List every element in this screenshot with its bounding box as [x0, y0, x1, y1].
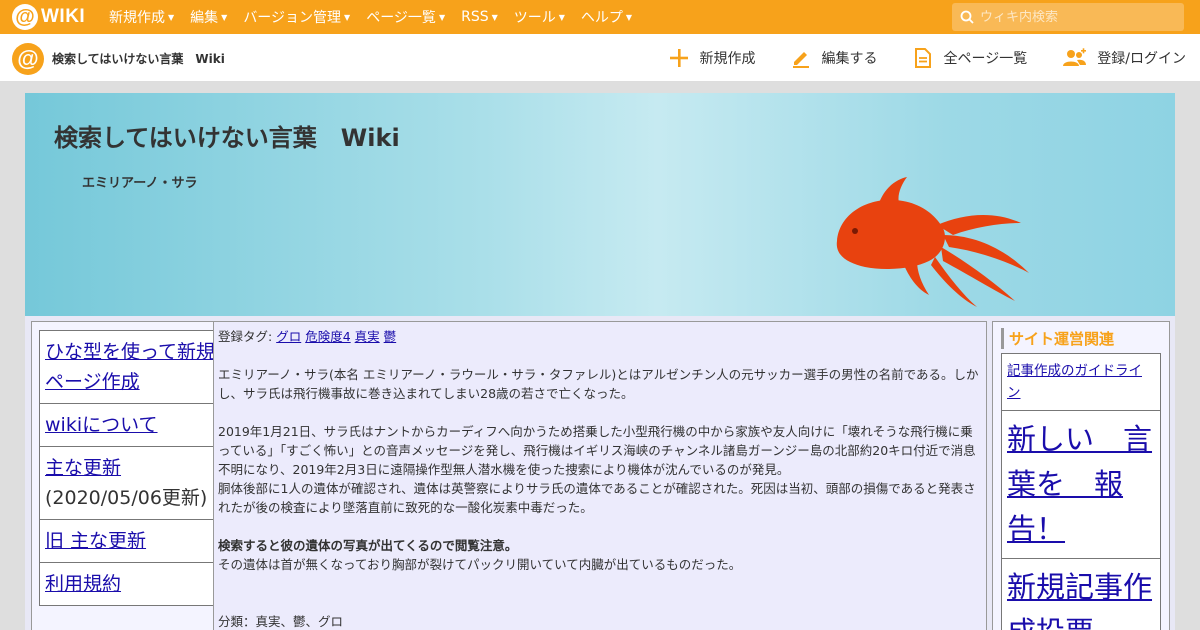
right-sidebar-heading: サイト運営関連: [1001, 328, 1161, 349]
menu-label: ツール: [513, 10, 556, 26]
old-updates-link[interactable]: 旧 主な更新: [45, 530, 146, 552]
tags-label: 登録タグ:: [218, 329, 273, 344]
new-article-vote-link[interactable]: 新規記事作成投票: [1007, 570, 1152, 630]
caret-down-icon: ▼: [221, 12, 228, 22]
article-intro: エミリアーノ・サラ(本名 エミリアーノ・ラウール・サラ・タファレル)とはアルゼン…: [218, 367, 979, 401]
about-wiki-link[interactable]: wikiについて: [45, 414, 158, 436]
caret-down-icon: ▼: [558, 12, 565, 22]
menu-rss[interactable]: RSS ▼: [461, 9, 498, 25]
top-menu: 新規作成 ▼ 編集 ▼ バージョン管理 ▼ ページ一覧 ▼ RSS ▼ ツール ▼ ヘルプ ▼: [109, 0, 648, 34]
menu-new[interactable]: 新規作成 ▼: [109, 7, 174, 27]
article-paragraph: 2019年1月21日、サラ氏はナントからカーディフへ向かうため搭乗した小型飛行機…: [218, 424, 976, 477]
plus-icon: [669, 49, 688, 67]
article-paragraph: 胴体後部に1人の遺体が確認され、遺体は英警察によりサラ氏の遺体であることが確認さ…: [218, 481, 976, 515]
all-pages-button[interactable]: 全ページ一覧: [912, 47, 1028, 69]
goldfish-icon: [836, 177, 1029, 307]
caret-down-icon: ▼: [491, 12, 498, 22]
wiki-banner: 検索してはいけない言葉 Wiki エミリアーノ・サラ: [25, 93, 1175, 316]
at-icon: @: [12, 4, 38, 30]
search-box: [952, 3, 1184, 31]
site-title[interactable]: 検索してはいけない言葉 Wiki: [52, 50, 225, 67]
report-word-link[interactable]: 新しい 言葉を 報告！: [1007, 422, 1152, 546]
recent-updates-link[interactable]: 主な更新: [45, 457, 121, 479]
action-label: 登録/ログイン: [1097, 51, 1186, 67]
terms-link[interactable]: 利用規約: [45, 573, 121, 595]
logo-text: WIKI: [41, 6, 86, 27]
caret-down-icon: ▼: [344, 12, 351, 22]
header-actions: 新規作成 編集する 全ページ一覧 登録/ログイン: [634, 34, 1186, 82]
left-menu-item: wikiについて: [39, 403, 223, 446]
banner-title[interactable]: 検索してはいけない言葉 Wiki: [54, 118, 400, 153]
caret-down-icon: ▼: [438, 12, 446, 22]
menu-label: 編集: [190, 10, 219, 26]
right-menu-item: 新規記事作成投票: [1001, 558, 1161, 630]
menu-label: バージョン管理: [243, 10, 342, 26]
menu-label: RSS: [461, 9, 489, 25]
left-sidebar: ひな型を使って新規ページ作成 wikiについて 主な更新 (2020/05/06更…: [31, 321, 231, 630]
category-line: 分類：真実、鬱、グロ: [218, 614, 344, 629]
edit-button[interactable]: 編集する: [790, 47, 878, 69]
left-menu-item: ひな型を使って新規ページ作成: [39, 330, 223, 403]
menu-tools[interactable]: ツール ▼: [514, 7, 565, 27]
update-date-note: (2020/05/06更新): [45, 487, 208, 509]
right-menu-item: 新しい 言葉を 報告！: [1001, 410, 1161, 558]
tag-link[interactable]: 危険度4: [305, 329, 350, 344]
article-body: 登録タグ: グロ 危険度4 真実 鬱 エミリアーノ・サラ(本名 エミリアーノ・ラ…: [213, 321, 987, 630]
users-icon: [1063, 48, 1087, 66]
menu-label: 新規作成: [109, 10, 165, 26]
menu-help[interactable]: ヘルプ ▼: [581, 7, 632, 27]
action-label: 全ページ一覧: [943, 51, 1028, 67]
menu-label: ヘルプ: [580, 10, 623, 26]
page-title: エミリアーノ・サラ: [82, 176, 198, 191]
search-input[interactable]: [980, 9, 1170, 25]
site-header: @ 検索してはいけない言葉 Wiki 新規作成 編集する 全ページ一覧 登録/ロ…: [0, 34, 1200, 82]
menu-edit[interactable]: 編集 ▼: [190, 7, 227, 27]
action-label: 新規作成: [699, 51, 756, 67]
caret-down-icon: ▼: [168, 12, 175, 22]
atwiki-logo[interactable]: @ WIKI: [12, 4, 85, 30]
pencil-icon: [792, 52, 809, 68]
action-label: 編集する: [821, 51, 878, 67]
menu-label: ページ一覧: [366, 10, 436, 26]
right-menu-item: 記事作成のガイドライン: [1001, 353, 1161, 410]
warning-text: 検索すると彼の遺体の写真が出てくるので閲覧注意。: [218, 538, 518, 553]
login-button[interactable]: 登録/ログイン: [1061, 47, 1186, 69]
right-sidebar: サイト運営関連 記事作成のガイドライン 新しい 言葉を 報告！ 新規記事作成投票: [992, 321, 1170, 630]
left-menu-item: 旧 主な更新: [39, 519, 223, 562]
warning-detail: その遺体は首が無くなっており胸部が裂けてパックリ開いていて内臓が出ているものだっ…: [218, 557, 742, 572]
document-icon: [914, 48, 931, 68]
main-content: ひな型を使って新規ページ作成 wikiについて 主な更新 (2020/05/06更…: [25, 316, 1175, 630]
site-logo-icon[interactable]: @: [12, 43, 44, 75]
guideline-link[interactable]: 記事作成のガイドライン: [1007, 363, 1142, 401]
tag-link[interactable]: 真実: [355, 329, 380, 344]
left-menu-item: 主な更新 (2020/05/06更新): [39, 446, 223, 519]
search-icon: [960, 10, 974, 24]
new-page-button[interactable]: 新規作成: [668, 47, 756, 69]
tag-line: 登録タグ: グロ 危険度4 真実 鬱: [218, 327, 982, 346]
tag-link[interactable]: 鬱: [384, 329, 397, 344]
new-page-template-link[interactable]: ひな型を使って新規ページ作成: [45, 341, 215, 393]
caret-down-icon: ▼: [625, 12, 633, 22]
top-navbar: @ WIKI 新規作成 ▼ 編集 ▼ バージョン管理 ▼ ページ一覧 ▼ RSS ▼ ツー…: [0, 0, 1200, 34]
left-menu-item: 利用規約: [39, 562, 223, 606]
menu-pagelist[interactable]: ページ一覧 ▼: [366, 7, 445, 27]
menu-version[interactable]: バージョン管理 ▼: [243, 7, 350, 27]
tag-link[interactable]: グロ: [276, 329, 301, 344]
